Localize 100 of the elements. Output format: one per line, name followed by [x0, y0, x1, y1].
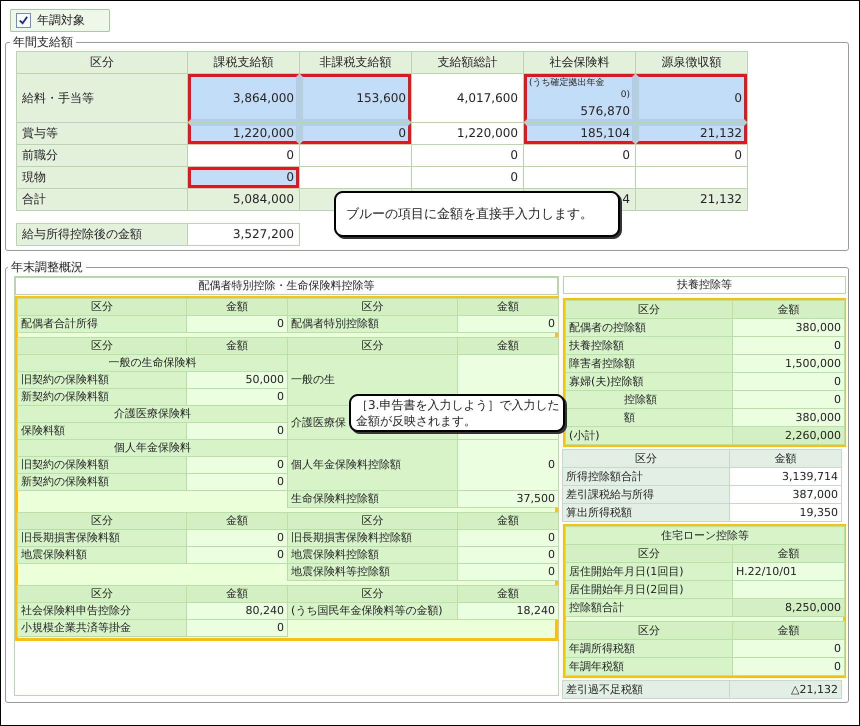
table-cell: 50,000 [187, 372, 287, 388]
row-label: 差引課税給与所得 [563, 486, 729, 503]
table-cell: 0 [187, 389, 287, 405]
column-header: 金額 [458, 586, 558, 602]
table-cell: 0 [636, 145, 747, 166]
subheader: 個人年金保険料 [18, 440, 287, 456]
column-header: 金額 [187, 586, 287, 602]
row-label: 新契約の保険料額 [18, 474, 186, 490]
column-header: 金額 [458, 338, 558, 354]
row-label: 年調所得税額 [566, 640, 732, 657]
column-header: 金額 [733, 622, 844, 639]
table-cell: 0 [458, 547, 558, 563]
row-label: 賞与等 [17, 123, 187, 144]
row-label: 給料・手当等 [17, 74, 187, 122]
table-cell: H.22/10/01 [733, 563, 844, 580]
row-label: 年調年税額 [566, 658, 732, 675]
row-label: 差引過不足税額 [563, 681, 729, 698]
row-label: 新契約の保険料額 [18, 389, 186, 405]
input-field[interactable]: 0 [188, 167, 299, 188]
row-label: 居住開始年月日(1回目) [566, 563, 732, 580]
row-label: 控除額合計 [566, 599, 732, 616]
table-cell: 2,260,000 [733, 427, 844, 444]
table-cell: 21,132 [636, 189, 747, 210]
cell-value: 576,870 [580, 104, 630, 119]
row-label: 寡婦(夫)控除額 [566, 373, 732, 390]
table-cell: 0 [733, 640, 844, 657]
table-cell: 0 [733, 391, 844, 408]
section-legend: 年間支給額 [10, 34, 76, 51]
note-text: (うち確定拠出年金 [529, 77, 606, 89]
column-header: 源泉徴収額 [636, 52, 747, 73]
column-header: 区分 [18, 299, 186, 315]
table-cell: 0 [187, 620, 287, 636]
table-cell: 1,500,000 [733, 355, 844, 372]
note-text: 0) [620, 89, 630, 101]
column-header: 区分 [17, 52, 187, 73]
column-header: 金額 [458, 299, 558, 315]
table-cell: 0 [733, 337, 844, 354]
column-header: 金額 [733, 301, 844, 318]
row-label: (うち国民年金保険料等の金額) [288, 603, 457, 619]
column-header: 金額 [458, 513, 558, 529]
table-cell: 0 [524, 145, 635, 166]
table-cell: 4,017,600 [412, 74, 523, 122]
table-cell: 0 [412, 145, 523, 166]
input-field[interactable]: 185,104 [524, 123, 635, 144]
row-label: 配偶者の控除額 [566, 319, 732, 336]
row-label: 保険料額 [18, 423, 186, 439]
input-field[interactable]: 0 [300, 123, 411, 144]
column-header: 課税支給額 [188, 52, 299, 73]
table-cell: 0 [187, 423, 287, 439]
column-header: 区分 [563, 450, 729, 467]
column-header: 金額 [730, 450, 841, 467]
table-cell: 0 [458, 564, 558, 580]
table-cell: 0 [187, 547, 287, 563]
table-cell: 18,240 [458, 603, 558, 619]
input-field[interactable]: 153,600 [300, 74, 411, 122]
column-header: 金額 [187, 338, 287, 354]
column-header: 非課税支給額 [300, 52, 411, 73]
row-label: 地震保険料控除額 [288, 547, 457, 563]
row-label: 居住開始年月日(2回目) [566, 581, 732, 598]
input-field[interactable]: (うち確定拠出年金 0) 576,870 [524, 74, 635, 122]
row-label: 社会保険料申告控除分 [18, 603, 186, 619]
table-cell: 8,250,000 [733, 599, 844, 616]
row-label: 扶養控除額 [566, 337, 732, 354]
column-header: 区分 [288, 586, 457, 602]
row-label: 配偶者合計所得 [18, 316, 186, 332]
row-label: 生命保険料控除額 [288, 491, 457, 507]
row-label: 旧契約の保険料額 [18, 372, 186, 388]
row-label: (小計) [566, 427, 732, 444]
table-cell: 0 [187, 316, 287, 332]
column-header: 区分 [288, 513, 457, 529]
row-label: 算出所得税額 [563, 504, 729, 521]
column-header: 区分 [566, 622, 732, 639]
column-header: 金額 [733, 545, 844, 562]
row-label: 額 [566, 409, 732, 426]
row-label: 旧長期損害保険料額 [18, 530, 186, 546]
input-field[interactable]: 1,220,000 [188, 123, 299, 144]
row-label: 地震保険料等控除額 [288, 564, 457, 580]
table-cell: 37,500 [458, 491, 558, 507]
row-label: 地震保険料額 [18, 547, 186, 563]
subheader: 住宅ローン控除等 [566, 527, 844, 544]
table-cell: 0 [187, 530, 287, 546]
column-header: 区分 [18, 513, 186, 529]
panel-title: 扶養控除等 [563, 276, 846, 294]
column-header: 区分 [18, 586, 186, 602]
table-cell: 1,220,000 [412, 123, 523, 144]
input-field[interactable]: 0 [636, 74, 747, 122]
table-cell: 0 [187, 474, 287, 490]
table-cell: 0 [458, 440, 558, 490]
input-field[interactable]: 3,864,000 [188, 74, 299, 122]
row-label: 控除額 [566, 391, 732, 408]
row-label: 旧長期損害保険料控除額 [288, 530, 457, 546]
table-cell: 0 [458, 530, 558, 546]
input-field[interactable]: 21,132 [636, 123, 747, 144]
row-label: 旧契約の保険料額 [18, 457, 186, 473]
panel-title: 配偶者特別控除・生命保険料控除等 [15, 277, 558, 295]
table-cell: 380,000 [733, 319, 844, 336]
subheader: 一般の生命保険料 [18, 355, 287, 371]
table-cell: 80,240 [187, 603, 287, 619]
row-label: 合計 [17, 189, 187, 210]
subheader: 介護医療保険料 [18, 406, 287, 422]
